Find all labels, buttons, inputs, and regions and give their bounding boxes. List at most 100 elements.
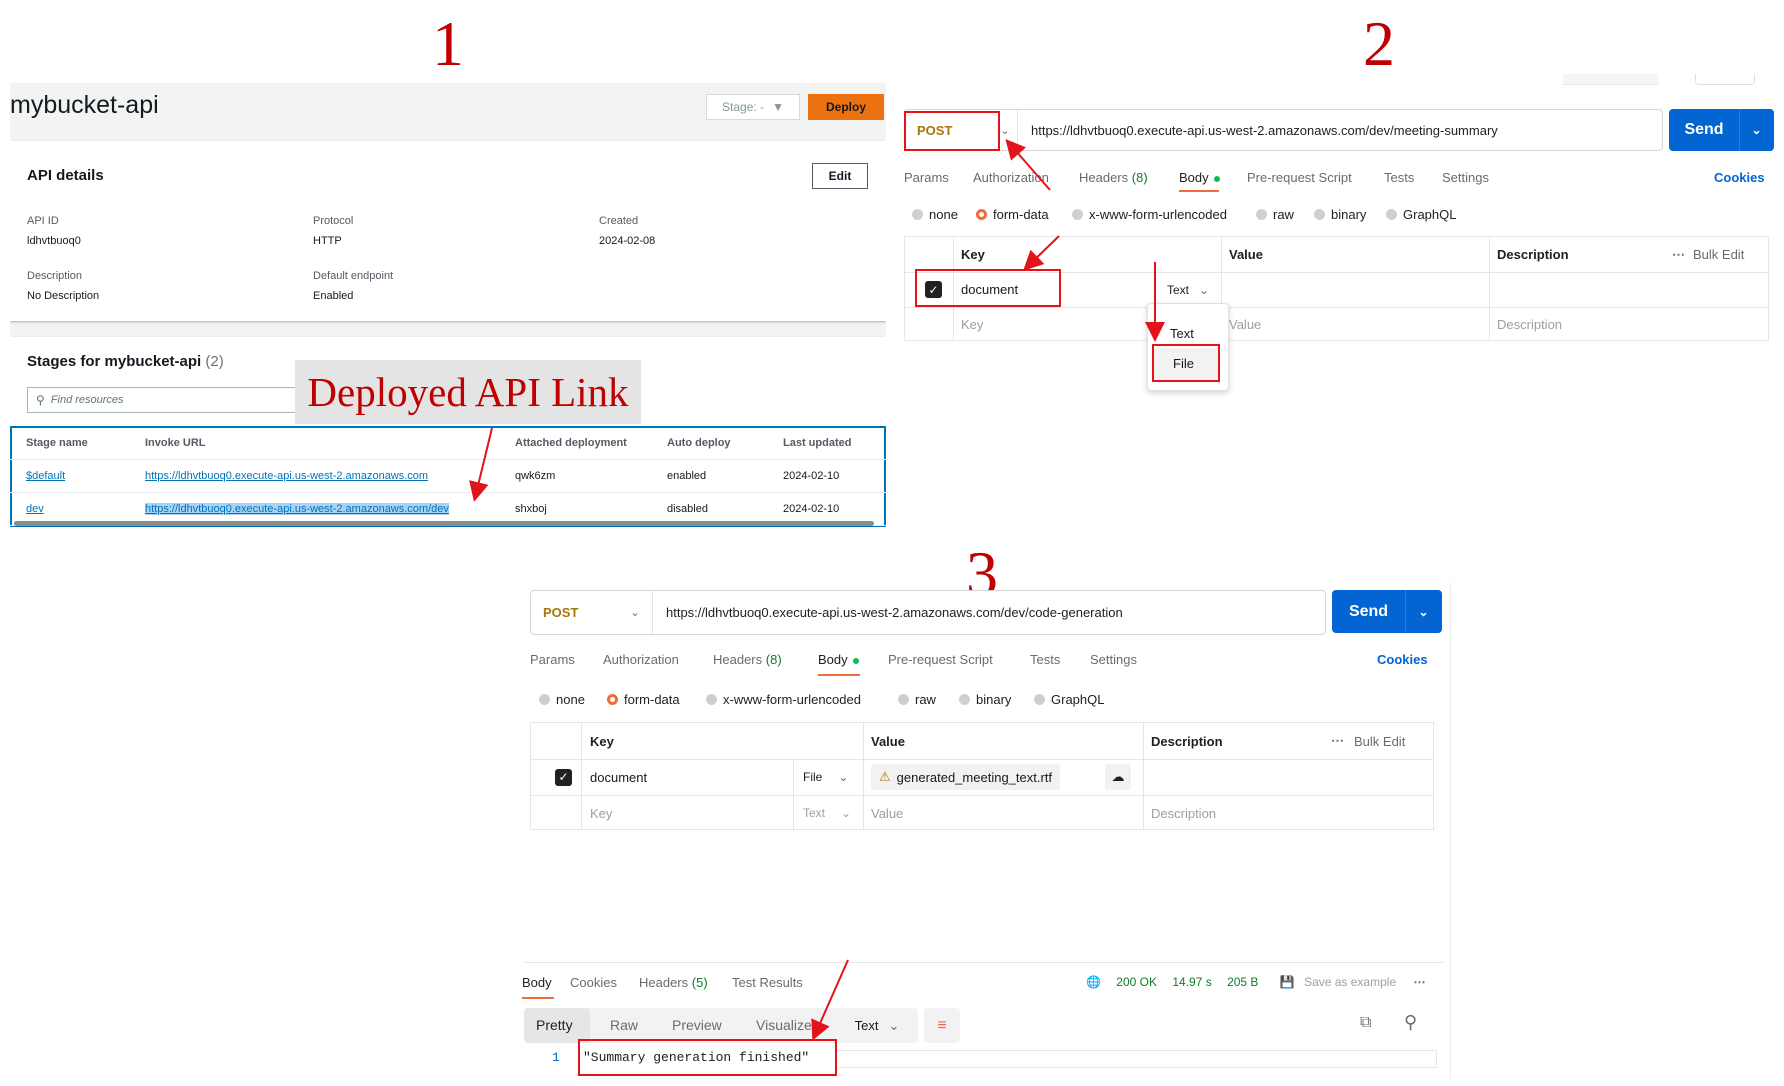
radio-raw[interactable]: raw <box>1256 207 1294 222</box>
chevron-down-icon: ⌄ <box>1199 282 1210 297</box>
send-label: Send <box>1684 121 1724 138</box>
header-description: Description <box>1497 247 1569 262</box>
toolbar-fragment <box>1563 74 1658 85</box>
tab-pre-request-script[interactable]: Pre-request Script <box>1247 170 1352 185</box>
cookies-link[interactable]: Cookies <box>1377 652 1428 667</box>
detail-key: Default endpoint <box>313 270 394 282</box>
invoke-url-link[interactable]: https://ldhvtbuoq0.execute-api.us-west-2… <box>145 470 428 482</box>
bulk-edit-button[interactable]: ⋯ Bulk Edit <box>1331 723 1405 759</box>
upload-cloud-icon[interactable]: ☁ <box>1105 764 1131 790</box>
tab-settings[interactable]: Settings <box>1442 170 1489 185</box>
bulk-edit-button[interactable]: ⋯ Bulk Edit <box>1672 237 1744 272</box>
method-label: POST <box>543 605 579 620</box>
key-placeholder[interactable]: Key <box>961 307 983 342</box>
view-raw[interactable]: Raw <box>610 1017 638 1033</box>
radio-urlencoded[interactable]: x-www-form-urlencoded <box>706 692 861 707</box>
view-visualize[interactable]: Visualize <box>756 1017 812 1033</box>
radio-form-data[interactable]: form-data <box>976 207 1049 222</box>
request-url-bar[interactable]: POST ⌄ https://ldhvtbuoq0.execute-api.us… <box>904 109 1663 151</box>
check-icon: ✓ <box>555 768 572 786</box>
horizontal-scrollbar[interactable] <box>14 521 874 526</box>
description-placeholder[interactable]: Description <box>1151 795 1216 831</box>
radio-graphql[interactable]: GraphQL <box>1386 207 1456 222</box>
tab-pre-request-script[interactable]: Pre-request Script <box>888 652 993 667</box>
radio-none[interactable]: none <box>539 692 585 707</box>
row-checkbox[interactable]: ✓ <box>555 759 572 795</box>
form-data-table: Key Value Description ⋯ Bulk Edit ✓ docum… <box>530 722 1434 830</box>
file-chip[interactable]: ⚠ generated_meeting_text.rtf <box>871 764 1061 790</box>
chevron-down-icon[interactable]: ⌄ <box>1405 590 1442 633</box>
annotation-box-key <box>915 269 1061 307</box>
row-key[interactable]: document <box>590 759 647 795</box>
radio-form-data[interactable]: form-data <box>607 692 680 707</box>
stage-link-default[interactable]: $default <box>26 470 65 482</box>
cookies-link[interactable]: Cookies <box>1714 170 1765 185</box>
type-placeholder[interactable]: Text ⌄ <box>803 795 851 831</box>
tab-body[interactable]: Body <box>818 652 859 667</box>
radio-raw[interactable]: raw <box>898 692 936 707</box>
detail-value: Enabled <box>313 290 354 302</box>
more-icon[interactable]: ⋯ <box>1413 975 1425 989</box>
deploy-button[interactable]: Deploy <box>808 94 884 120</box>
view-preview[interactable]: Preview <box>672 1017 722 1033</box>
dropdown-option-text[interactable]: Text <box>1170 326 1194 341</box>
request-url-bar[interactable]: POST ⌄ https://ldhvtbuoq0.execute-api.us… <box>530 590 1326 635</box>
chevron-down-icon[interactable]: ⌄ <box>1739 109 1774 151</box>
detail-default-endpoint: Default endpoint Enabled <box>313 270 393 302</box>
radio-graphql[interactable]: GraphQL <box>1034 692 1104 707</box>
tab-test-results[interactable]: Test Results <box>732 975 803 990</box>
col-attached-deployment: Attached deployment <box>515 436 627 449</box>
radio-binary[interactable]: binary <box>1314 207 1366 222</box>
value-placeholder[interactable]: Value <box>1229 307 1261 342</box>
tab-tests[interactable]: Tests <box>1384 170 1414 185</box>
description-placeholder[interactable]: Description <box>1497 307 1562 342</box>
view-pretty[interactable]: Pretty <box>536 1017 573 1033</box>
url-input[interactable]: https://ldhvtbuoq0.execute-api.us-west-2… <box>1031 110 1498 150</box>
wrap-lines-icon[interactable]: ≡ <box>924 1008 960 1043</box>
stages-title: Stages for mybucket-api (2) <box>27 353 224 370</box>
stage-select-label: Stage: - <box>722 100 765 114</box>
api-details-card: API details Edit API ID ldhvtbuoq0 Proto… <box>10 141 886 321</box>
tab-body[interactable]: Body <box>1179 170 1220 185</box>
tab-params[interactable]: Params <box>530 652 575 667</box>
invoke-url-link-selected[interactable]: https://ldhvtbuoq0.execute-api.us-west-2… <box>145 502 449 515</box>
type-select[interactable]: Text ⌄ <box>1167 272 1209 307</box>
warning-icon: ⚠ <box>879 769 891 784</box>
chevron-down-icon: ⌄ <box>630 607 640 619</box>
tab-response-headers[interactable]: Headers (5) <box>639 975 708 990</box>
detail-description: Description No Description <box>27 270 99 302</box>
copy-icon[interactable]: ⧉ <box>1360 1014 1371 1032</box>
table-header-row: Stage name Invoke URL Attached deploymen… <box>10 426 886 460</box>
tab-authorization[interactable]: Authorization <box>603 652 679 667</box>
stage-select[interactable]: Stage: - ▼ <box>706 94 800 120</box>
tab-params[interactable]: Params <box>904 170 949 185</box>
send-button[interactable]: Send ⌄ <box>1332 590 1442 633</box>
type-select[interactable]: File ⌄ <box>803 759 848 795</box>
tab-tests[interactable]: Tests <box>1030 652 1060 667</box>
active-dot-icon <box>1213 175 1220 182</box>
radio-urlencoded[interactable]: x-www-form-urlencoded <box>1072 207 1227 222</box>
tab-settings[interactable]: Settings <box>1090 652 1137 667</box>
method-select[interactable]: POST ⌄ <box>531 591 640 634</box>
radio-binary[interactable]: binary <box>959 692 1011 707</box>
radio-none[interactable]: none <box>912 207 958 222</box>
value-placeholder[interactable]: Value <box>871 795 903 831</box>
key-placeholder[interactable]: Key <box>590 795 612 831</box>
deployed-api-link-callout: Deployed API Link <box>295 360 641 424</box>
search-icon[interactable]: ⚲ <box>1404 1012 1417 1033</box>
find-resources-input[interactable]: ⚲ Find resources <box>27 387 297 413</box>
save-as-example[interactable]: Save as example <box>1304 975 1396 989</box>
more-icon: ⋯ <box>1672 246 1685 262</box>
toolbar-fragment <box>1695 74 1755 85</box>
edit-button[interactable]: Edit <box>812 163 868 189</box>
tab-authorization[interactable]: Authorization <box>973 170 1049 185</box>
send-button[interactable]: Send ⌄ <box>1669 109 1774 151</box>
tab-response-body[interactable]: Body <box>522 975 552 990</box>
caret-down-icon: ▼ <box>772 100 784 114</box>
tab-response-cookies[interactable]: Cookies <box>570 975 617 990</box>
tab-headers[interactable]: Headers (8) <box>713 652 782 667</box>
tab-headers[interactable]: Headers (8) <box>1079 170 1148 185</box>
format-select[interactable]: Text ⌄ <box>840 1008 914 1043</box>
url-input[interactable]: https://ldhvtbuoq0.execute-api.us-west-2… <box>666 591 1123 634</box>
stage-link-dev[interactable]: dev <box>26 503 44 515</box>
